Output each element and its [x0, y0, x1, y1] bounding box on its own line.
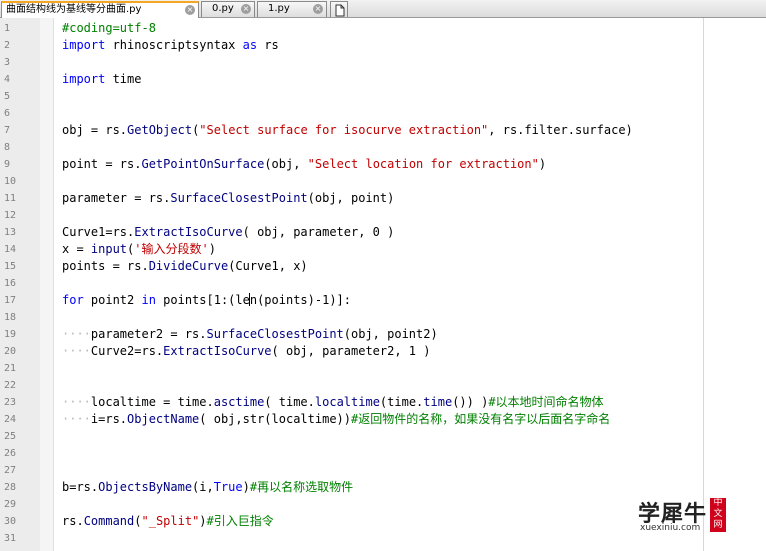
code-line: for point2 in points[1:(len(points)-1)]:	[62, 293, 352, 307]
close-icon[interactable]: ×	[313, 4, 323, 14]
line-number: 6	[4, 108, 11, 119]
line-number: 25	[4, 431, 17, 442]
line-number: 26	[4, 448, 17, 459]
code-line: obj = rs.GetObject("Select surface for i…	[62, 123, 633, 137]
line-number: 11	[4, 193, 17, 204]
tab-1-py[interactable]: 1.py ×	[257, 1, 327, 17]
new-file-button[interactable]	[330, 1, 348, 17]
editor-line: 27	[0, 462, 766, 479]
editor-line: 8	[0, 139, 766, 156]
code-line: rs.Command("_Split")#引入巨指令	[62, 514, 274, 528]
editor-line: 21	[0, 360, 766, 377]
watermark-logo: 学犀牛 xuexiniu.com 中文网	[636, 496, 732, 536]
editor-line: 6	[0, 105, 766, 122]
line-number: 19	[4, 329, 17, 340]
line-number: 29	[4, 499, 17, 510]
editor-line: 10	[0, 173, 766, 190]
code-line: import rhinoscriptsyntax as rs	[62, 38, 279, 52]
line-number: 5	[4, 91, 11, 102]
close-icon[interactable]: ×	[241, 4, 251, 14]
editor-line: 12	[0, 207, 766, 224]
line-number: 1	[4, 23, 11, 34]
line-number: 7	[4, 125, 11, 136]
code-line: ····i=rs.ObjectName( obj,str(localtime))…	[62, 412, 611, 426]
tab-label: 0.py	[212, 3, 234, 14]
code-line: parameter = rs.SurfaceClosestPoint(obj, …	[62, 191, 395, 205]
code-line: Curve1=rs.ExtractIsoCurve( obj, paramete…	[62, 225, 395, 239]
line-number: 18	[4, 312, 17, 323]
line-number: 4	[4, 74, 11, 85]
line-number: 8	[4, 142, 11, 153]
tab-main-file[interactable]: 曲面结构线为基线等分曲面.py ×	[1, 1, 199, 18]
watermark-badge: 中文网	[710, 498, 726, 532]
line-number: 15	[4, 261, 17, 272]
code-line: #coding=utf-8	[62, 21, 156, 35]
tab-bar: 曲面结构线为基线等分曲面.py × 0.py × 1.py ×	[0, 0, 766, 18]
close-icon[interactable]: ×	[185, 5, 195, 15]
line-number: 9	[4, 159, 11, 170]
editor-line: 3	[0, 54, 766, 71]
code-line: ····parameter2 = rs.SurfaceClosestPoint(…	[62, 327, 438, 341]
code-line: ····Curve2=rs.ExtractIsoCurve( obj, para…	[62, 344, 431, 358]
line-number: 2	[4, 40, 11, 51]
line-number: 16	[4, 278, 17, 289]
editor-line: 5	[0, 88, 766, 105]
line-number: 31	[4, 533, 17, 544]
code-line: points = rs.DivideCurve(Curve1, x)	[62, 259, 308, 273]
tab-label: 1.py	[268, 3, 290, 14]
line-number: 23	[4, 397, 17, 408]
editor-line: 22	[0, 377, 766, 394]
code-line: x = input('输入分段数')	[62, 242, 216, 256]
line-number: 24	[4, 414, 17, 425]
line-number: 22	[4, 380, 17, 391]
editor-line: 26	[0, 445, 766, 462]
editor-line: 18	[0, 309, 766, 326]
watermark-domain: xuexiniu.com	[640, 523, 701, 533]
tab-0-py[interactable]: 0.py ×	[201, 1, 255, 17]
line-number: 28	[4, 482, 17, 493]
code-line: ····localtime = time.asctime( time.local…	[62, 395, 604, 409]
line-number: 14	[4, 244, 17, 255]
code-line: import time	[62, 72, 142, 86]
code-editor[interactable]: 1 2 3 4 5 6 7 8 9 10 11 12 13 14 15 16 17 18 19 20 21 22 23 24 2…	[0, 18, 766, 551]
line-number: 30	[4, 516, 17, 527]
editor-line: 16	[0, 275, 766, 292]
line-number: 10	[4, 176, 17, 187]
line-number: 17	[4, 295, 17, 306]
line-number: 12	[4, 210, 17, 221]
line-number: 3	[4, 57, 11, 68]
line-number: 21	[4, 363, 17, 374]
editor-line: 25	[0, 428, 766, 445]
code-line: b=rs.ObjectsByName(i,True)#再以名称选取物件	[62, 480, 354, 494]
tab-label: 曲面结构线为基线等分曲面.py	[6, 4, 142, 15]
line-number: 13	[4, 227, 17, 238]
line-number: 20	[4, 346, 17, 357]
new-document-icon	[335, 4, 345, 17]
line-number: 27	[4, 465, 17, 476]
code-line: point = rs.GetPointOnSurface(obj, "Selec…	[62, 157, 547, 171]
